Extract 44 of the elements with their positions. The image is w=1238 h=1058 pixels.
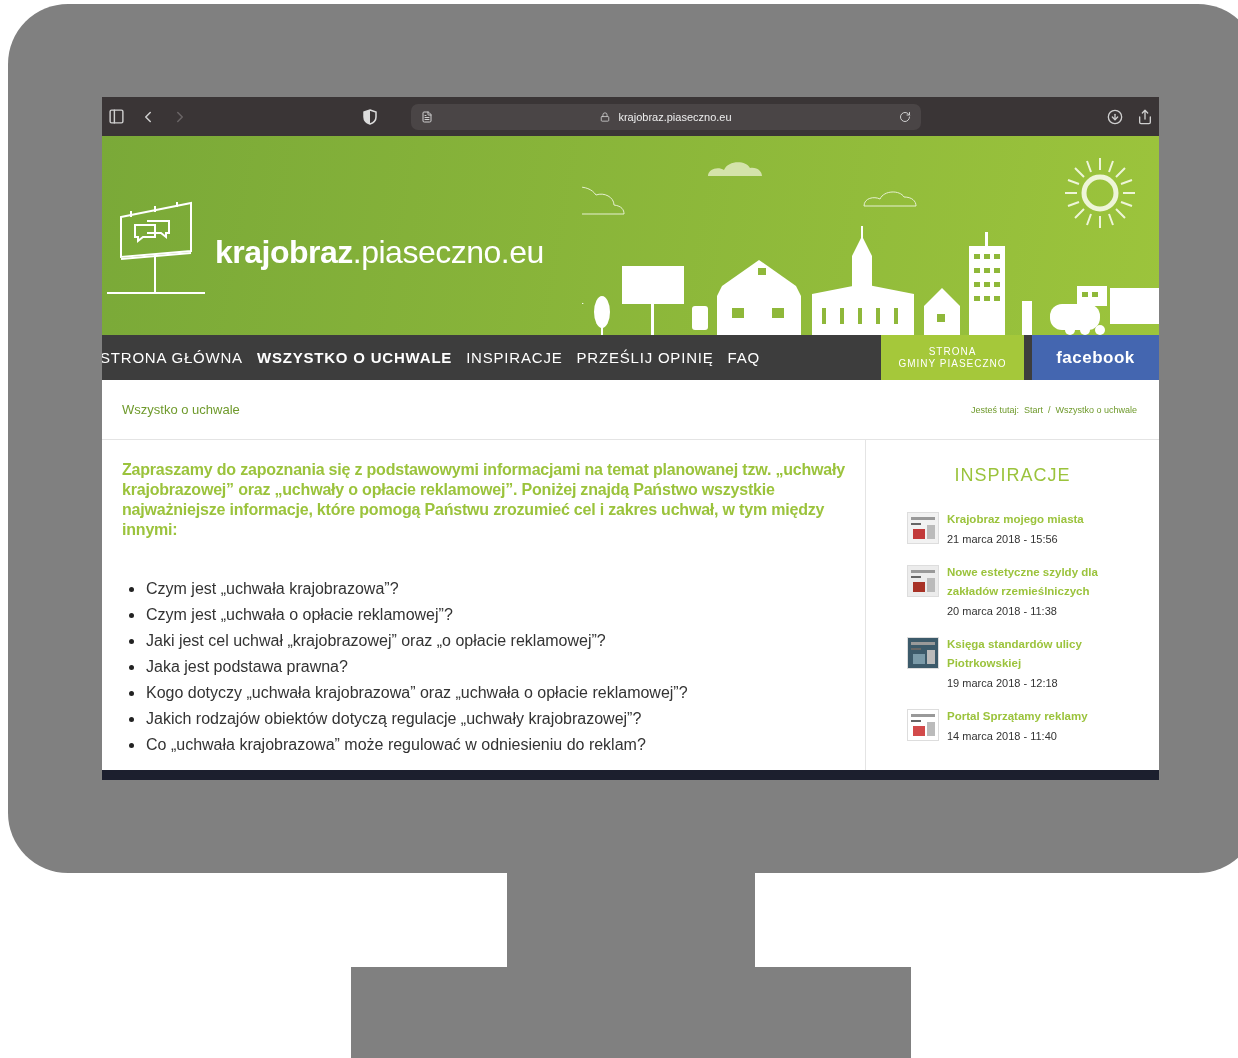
bullet-icon: [129, 586, 134, 592]
download-icon[interactable]: [1107, 108, 1123, 125]
municipality-link[interactable]: STRONA GMINY PIASECZNO: [881, 335, 1024, 380]
post-link[interactable]: Portal Sprzątamy reklamy: [947, 707, 1107, 726]
post-date: 20 marca 2018 - 11:38: [947, 604, 1058, 619]
bullet-icon: [129, 612, 134, 618]
post-date: 14 marca 2018 - 11:40: [947, 729, 1058, 744]
post-date: 21 marca 2018 - 15:56: [947, 532, 1059, 547]
nav-link[interactable]: PRZEŚLIJ OPINIĘ: [576, 349, 714, 366]
address-bar[interactable]: krajobraz.piaseczno.eu: [411, 103, 921, 130]
facebook-link[interactable]: facebook: [1032, 335, 1159, 380]
site-title[interactable]: krajobraz.piaseczno.eu: [215, 234, 544, 271]
question-item: Czym jest „uchwała o opłacie reklamowej”?: [146, 606, 453, 624]
question-item: Jaki jest cel uchwał „krajobrazowej” oraz „o opłacie reklamowej”?: [146, 632, 606, 650]
question-item: Co „uchwała krajobrazowa” może regulować w odniesieniu do reklam?: [146, 736, 646, 754]
question-item: Kogo dotyczy „uchwała krajobrazowa” oraz „uchwała o opłacie reklamowej”?: [146, 684, 688, 702]
question-item: Czym jest „uchwała krajobrazowa”?: [146, 580, 399, 598]
breadcrumb-link[interactable]: Start: [1023, 404, 1043, 415]
post-link[interactable]: Księga standardów ulicy Piotrkowskiej: [947, 635, 1107, 673]
bullet-icon: [129, 638, 134, 644]
share-icon[interactable]: [1137, 108, 1153, 125]
intro-paragraph: Zapraszamy do zapoznania się z podstawowymi informacjami na temat planowanej tzw. „uchwały krajobrazowej” oraz „uchwały o opłacie reklamowej”. Poniżej znajdą Państwo wszystkie najważniejsze informacje, które pomogą Państwu zrozumieć cel i zakres uchwał, w tym między innymi:: [122, 460, 845, 540]
post-link[interactable]: Krajobraz mojego miasta: [947, 510, 1107, 529]
breadcrumb-link[interactable]: Wszystko o uchwale: [1055, 404, 1137, 415]
breadcrumb-label: Jesteś tutaj:: [970, 404, 1019, 415]
post-link[interactable]: Nowe estetyczne szyldy dla zakładów rzemieślniczych: [947, 563, 1107, 601]
sidebar-icon[interactable]: [108, 108, 125, 125]
shield-icon[interactable]: [363, 108, 377, 125]
question-item: Jakich rodzajów obiektów dotyczą regulacje „uchwały krajobrazowej”?: [146, 710, 642, 728]
bullet-icon: [129, 690, 134, 696]
reload-icon[interactable]: [899, 110, 911, 123]
lock-icon[interactable]: [600, 111, 611, 122]
nav-link[interactable]: WSZYSTKO O UCHWALE: [256, 349, 453, 366]
nav-link[interactable]: FAQ: [727, 349, 760, 366]
bullet-icon: [129, 716, 134, 722]
post-date: 19 marca 2018 - 12:18: [947, 676, 1059, 691]
question-item: Jaka jest podstawa prawna?: [146, 658, 348, 676]
page-title: Wszystko o uchwale: [122, 402, 240, 417]
bullet-icon: [129, 742, 134, 748]
bullet-icon: [129, 664, 134, 670]
nav-link[interactable]: INSPIRACJE: [466, 349, 563, 366]
breadcrumb-separator: /: [1047, 404, 1051, 415]
reader-icon[interactable]: [421, 110, 433, 123]
sidebar-title: INSPIRACJE: [953, 465, 1072, 486]
